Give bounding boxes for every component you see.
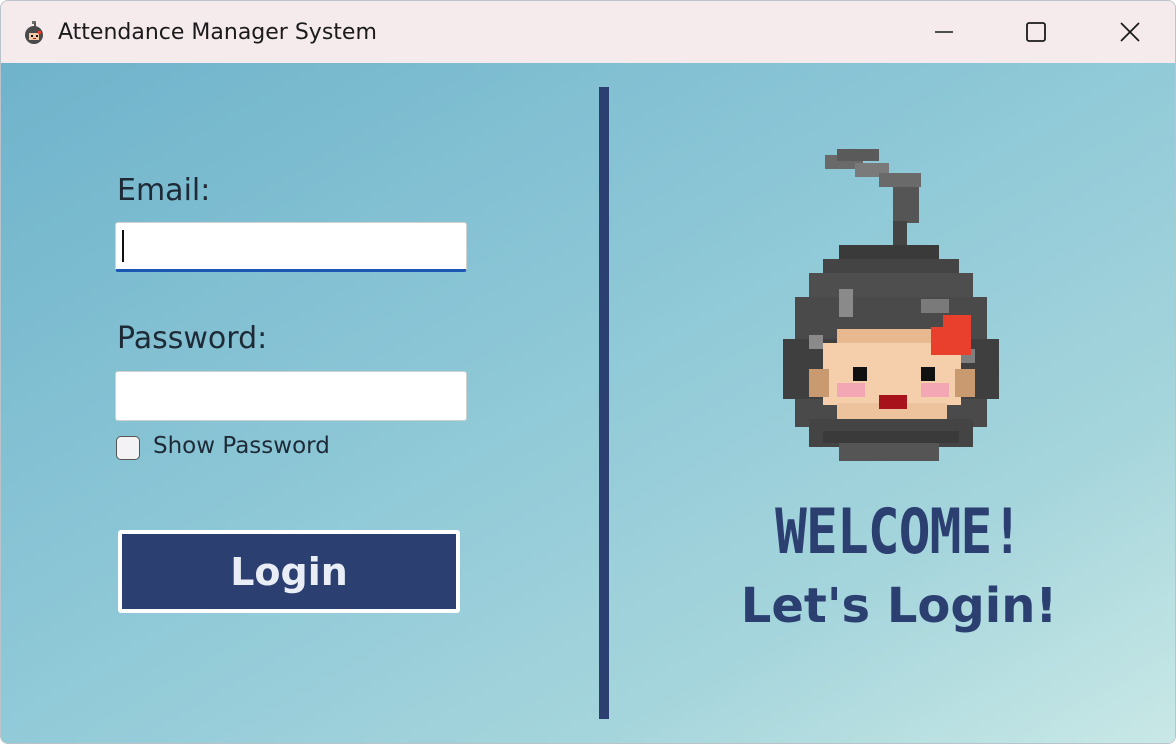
close-icon <box>1120 22 1140 42</box>
email-label: Email: <box>117 173 211 208</box>
maximize-icon <box>1026 22 1046 42</box>
title-bar[interactable]: Attendance Manager System <box>1 1 1175 63</box>
email-field[interactable] <box>115 222 467 272</box>
text-caret <box>122 230 124 262</box>
login-panel: Email: Password: Show Password Login WEL… <box>1 63 1175 743</box>
show-password-checkbox[interactable] <box>116 436 140 460</box>
maximize-button[interactable] <box>990 1 1082 63</box>
minimize-icon <box>935 31 953 33</box>
welcome-heading: WELCOME! <box>775 495 1023 568</box>
pixel-avatar-icon <box>783 149 999 461</box>
password-field[interactable] <box>115 371 467 421</box>
welcome-subheading: Let's Login! <box>740 578 1058 634</box>
close-button[interactable] <box>1084 1 1175 63</box>
pixel-avatar-icon <box>25 21 43 44</box>
minimize-button[interactable] <box>898 1 990 63</box>
password-label: Password: <box>117 321 268 356</box>
show-password-label[interactable]: Show Password <box>153 433 330 459</box>
login-button[interactable]: Login <box>118 530 460 613</box>
vertical-divider <box>599 87 609 719</box>
app-window: Attendance Manager System Email: Passwor… <box>0 0 1176 744</box>
window-title: Attendance Manager System <box>58 20 377 45</box>
